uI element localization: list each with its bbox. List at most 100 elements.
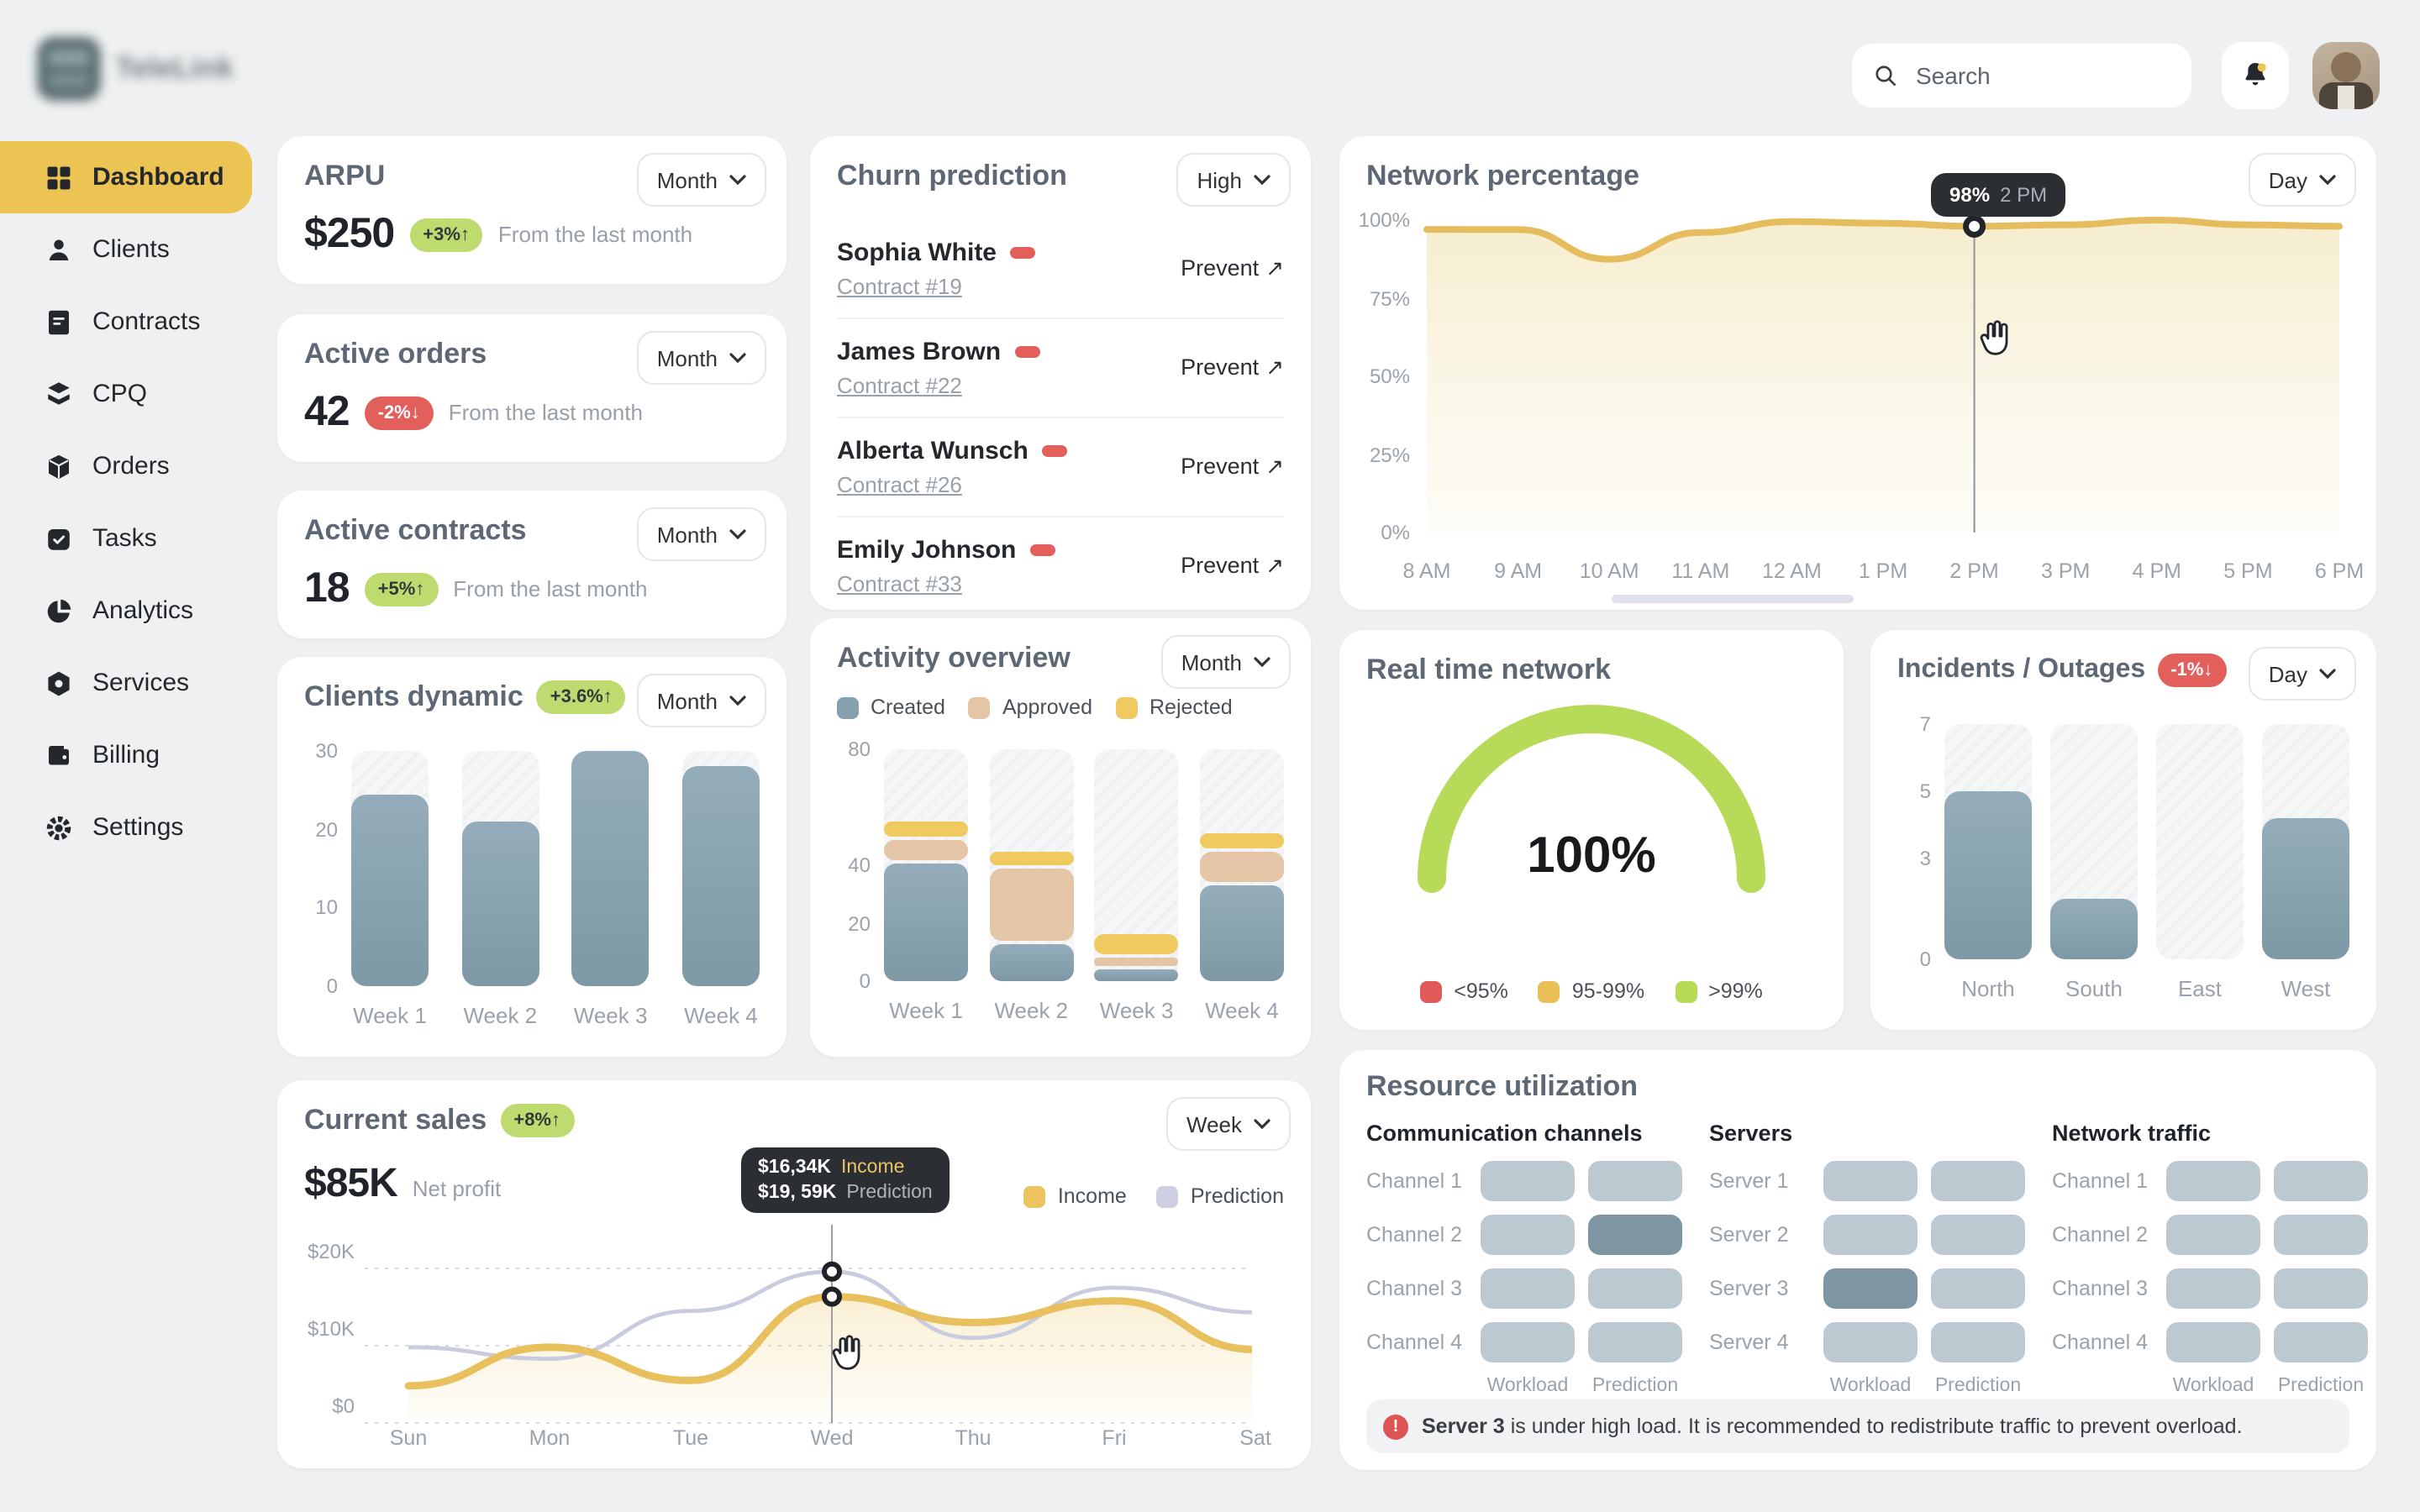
prediction-cell[interactable] (2274, 1161, 2368, 1201)
network-period-dropdown[interactable]: Day (2249, 153, 2356, 207)
orders-period-dropdown[interactable]: Month (637, 331, 766, 385)
bar-south[interactable] (2050, 724, 2138, 959)
prediction-cell[interactable] (1931, 1161, 2025, 1201)
workload-cell[interactable] (2166, 1268, 2260, 1309)
prediction-cell[interactable] (1588, 1161, 1682, 1201)
bar-north[interactable] (1944, 724, 2032, 959)
resource-row: Channel 4 (2052, 1322, 2368, 1362)
workload-cell[interactable] (2166, 1215, 2260, 1255)
column-labels: Workload Prediction (1481, 1376, 1682, 1396)
prediction-cell[interactable] (2274, 1215, 2368, 1255)
group-title: Network traffic (2052, 1121, 2368, 1146)
sales-chart[interactable] (365, 1221, 1252, 1423)
bars (884, 749, 1284, 981)
sidebar-item-clients[interactable]: Clients (0, 213, 277, 286)
contract-link[interactable]: Contract #22 (837, 373, 1039, 398)
contracts-period-dropdown[interactable]: Month (637, 507, 766, 561)
arrow-up-right-icon: ↗ (1265, 354, 1284, 380)
segment-created (1095, 970, 1179, 981)
stat-caption: From the last month (498, 222, 692, 247)
prediction-cell[interactable] (2274, 1322, 2368, 1362)
arrow-up-right-icon: ↗ (1265, 454, 1284, 479)
sidebar-item-dashboard[interactable]: Dashboard (0, 141, 252, 213)
incidents-period-dropdown[interactable]: Day (2249, 647, 2356, 701)
prediction-cell[interactable] (1931, 1322, 2025, 1362)
net-profit-value: $85K (304, 1161, 397, 1208)
sidebar-item-settings[interactable]: Settings (0, 791, 277, 864)
clients-period-dropdown[interactable]: Month (637, 674, 766, 727)
clients-dynamic-card: Clients dynamic +3.6%↑ Month 3020100Week… (277, 657, 786, 1057)
workload-cell[interactable] (1481, 1268, 1575, 1309)
bar-week-3[interactable] (572, 751, 650, 986)
sidebar-item-tasks[interactable]: Tasks (0, 502, 277, 575)
contract-link[interactable]: Contract #19 (837, 274, 1035, 299)
sidebar-item-analytics[interactable]: Analytics (0, 575, 277, 647)
delta-badge: +3%↑ (409, 218, 483, 251)
chevron-down-icon (729, 696, 746, 706)
stat-title: Active contracts (304, 514, 527, 548)
contract-link[interactable]: Contract #26 (837, 472, 1067, 497)
activity-legend: CreatedApprovedRejected (837, 696, 1233, 719)
workload-cell[interactable] (1823, 1268, 1918, 1309)
sidebar-item-services[interactable]: Services (0, 647, 277, 719)
workload-cell[interactable] (1823, 1215, 1918, 1255)
bar-west[interactable] (2262, 724, 2349, 959)
network-tooltip: 98%2 PM (1931, 173, 2065, 217)
sidebar-item-billing[interactable]: Billing (0, 719, 277, 791)
prediction-cell[interactable] (1588, 1322, 1682, 1362)
churn-row: James Brown Contract #22 Prevent↗ (837, 319, 1284, 418)
arpu-period-dropdown[interactable]: Month (637, 153, 766, 207)
bar-week-2[interactable] (461, 751, 539, 986)
network-scrollbar[interactable] (1612, 595, 1854, 603)
prediction-cell[interactable] (1588, 1215, 1682, 1255)
prevent-button[interactable]: Prevent↗ (1181, 553, 1284, 580)
bar-week-2[interactable] (989, 749, 1073, 981)
workload-cell[interactable] (1481, 1215, 1575, 1255)
churn-filter-dropdown[interactable]: High (1177, 153, 1292, 207)
contract-link[interactable]: Contract #33 (837, 571, 1055, 596)
activity-overview-chart[interactable]: 8040200Week 1Week 2Week 3Week 4 (834, 749, 1284, 981)
sidebar-item-orders[interactable]: Orders (0, 430, 277, 502)
sidebar-item-cpq[interactable]: CPQ (0, 358, 277, 430)
workload-cell[interactable] (2166, 1161, 2260, 1201)
clients-dynamic-chart[interactable]: 3020100Week 1Week 2Week 3Week 4 (301, 751, 760, 986)
sidebar-item-contracts[interactable]: Contracts (0, 286, 277, 358)
prevent-button[interactable]: Prevent↗ (1181, 255, 1284, 282)
bar-week-1[interactable] (351, 751, 429, 986)
workload-cell[interactable] (1481, 1322, 1575, 1362)
workload-cell[interactable] (2166, 1322, 2260, 1362)
resource-label: Channel 1 (2052, 1169, 2153, 1193)
prediction-cell[interactable] (1588, 1268, 1682, 1309)
bar-east[interactable] (2156, 724, 2244, 959)
card-title: Churn prediction (837, 160, 1067, 193)
prediction-cell[interactable] (1931, 1268, 2025, 1309)
workload-cell[interactable] (1823, 1161, 1918, 1201)
workload-cell[interactable] (1481, 1161, 1575, 1201)
bar-week-1[interactable] (884, 749, 968, 981)
segment-approved (884, 840, 968, 860)
stat-caption: From the last month (449, 400, 643, 425)
activity-period-dropdown[interactable]: Month (1161, 635, 1291, 689)
prevent-button[interactable]: Prevent↗ (1181, 354, 1284, 381)
prevent-button[interactable]: Prevent↗ (1181, 454, 1284, 480)
legend-label: Created (871, 696, 945, 719)
search-icon (1872, 62, 1899, 89)
bar-week-4[interactable] (1200, 749, 1284, 981)
bar-week-4[interactable] (682, 751, 760, 986)
chevron-down-icon (1254, 175, 1270, 185)
incidents-chart[interactable]: 7530NorthSouthEastWest (1894, 724, 2349, 959)
notifications-button[interactable] (2222, 42, 2289, 109)
bar-week-3[interactable] (1095, 749, 1179, 981)
sales-period-dropdown[interactable]: Week (1166, 1097, 1291, 1151)
workload-cell[interactable] (1823, 1322, 1918, 1362)
search-input[interactable] (1912, 60, 2154, 91)
legend-swatch (1420, 980, 1442, 1002)
search-bar[interactable] (1852, 44, 2191, 108)
user-avatar[interactable] (2312, 42, 2380, 109)
sidebar-item-label: CPQ (92, 380, 147, 408)
network-chart[interactable] (1417, 217, 2349, 536)
sidebar: TeleLink DashboardClientsContractsCPQOrd… (0, 0, 277, 1512)
prediction-cell[interactable] (1931, 1215, 2025, 1255)
prediction-cell[interactable] (2274, 1268, 2368, 1309)
segment-rejected (884, 822, 968, 837)
